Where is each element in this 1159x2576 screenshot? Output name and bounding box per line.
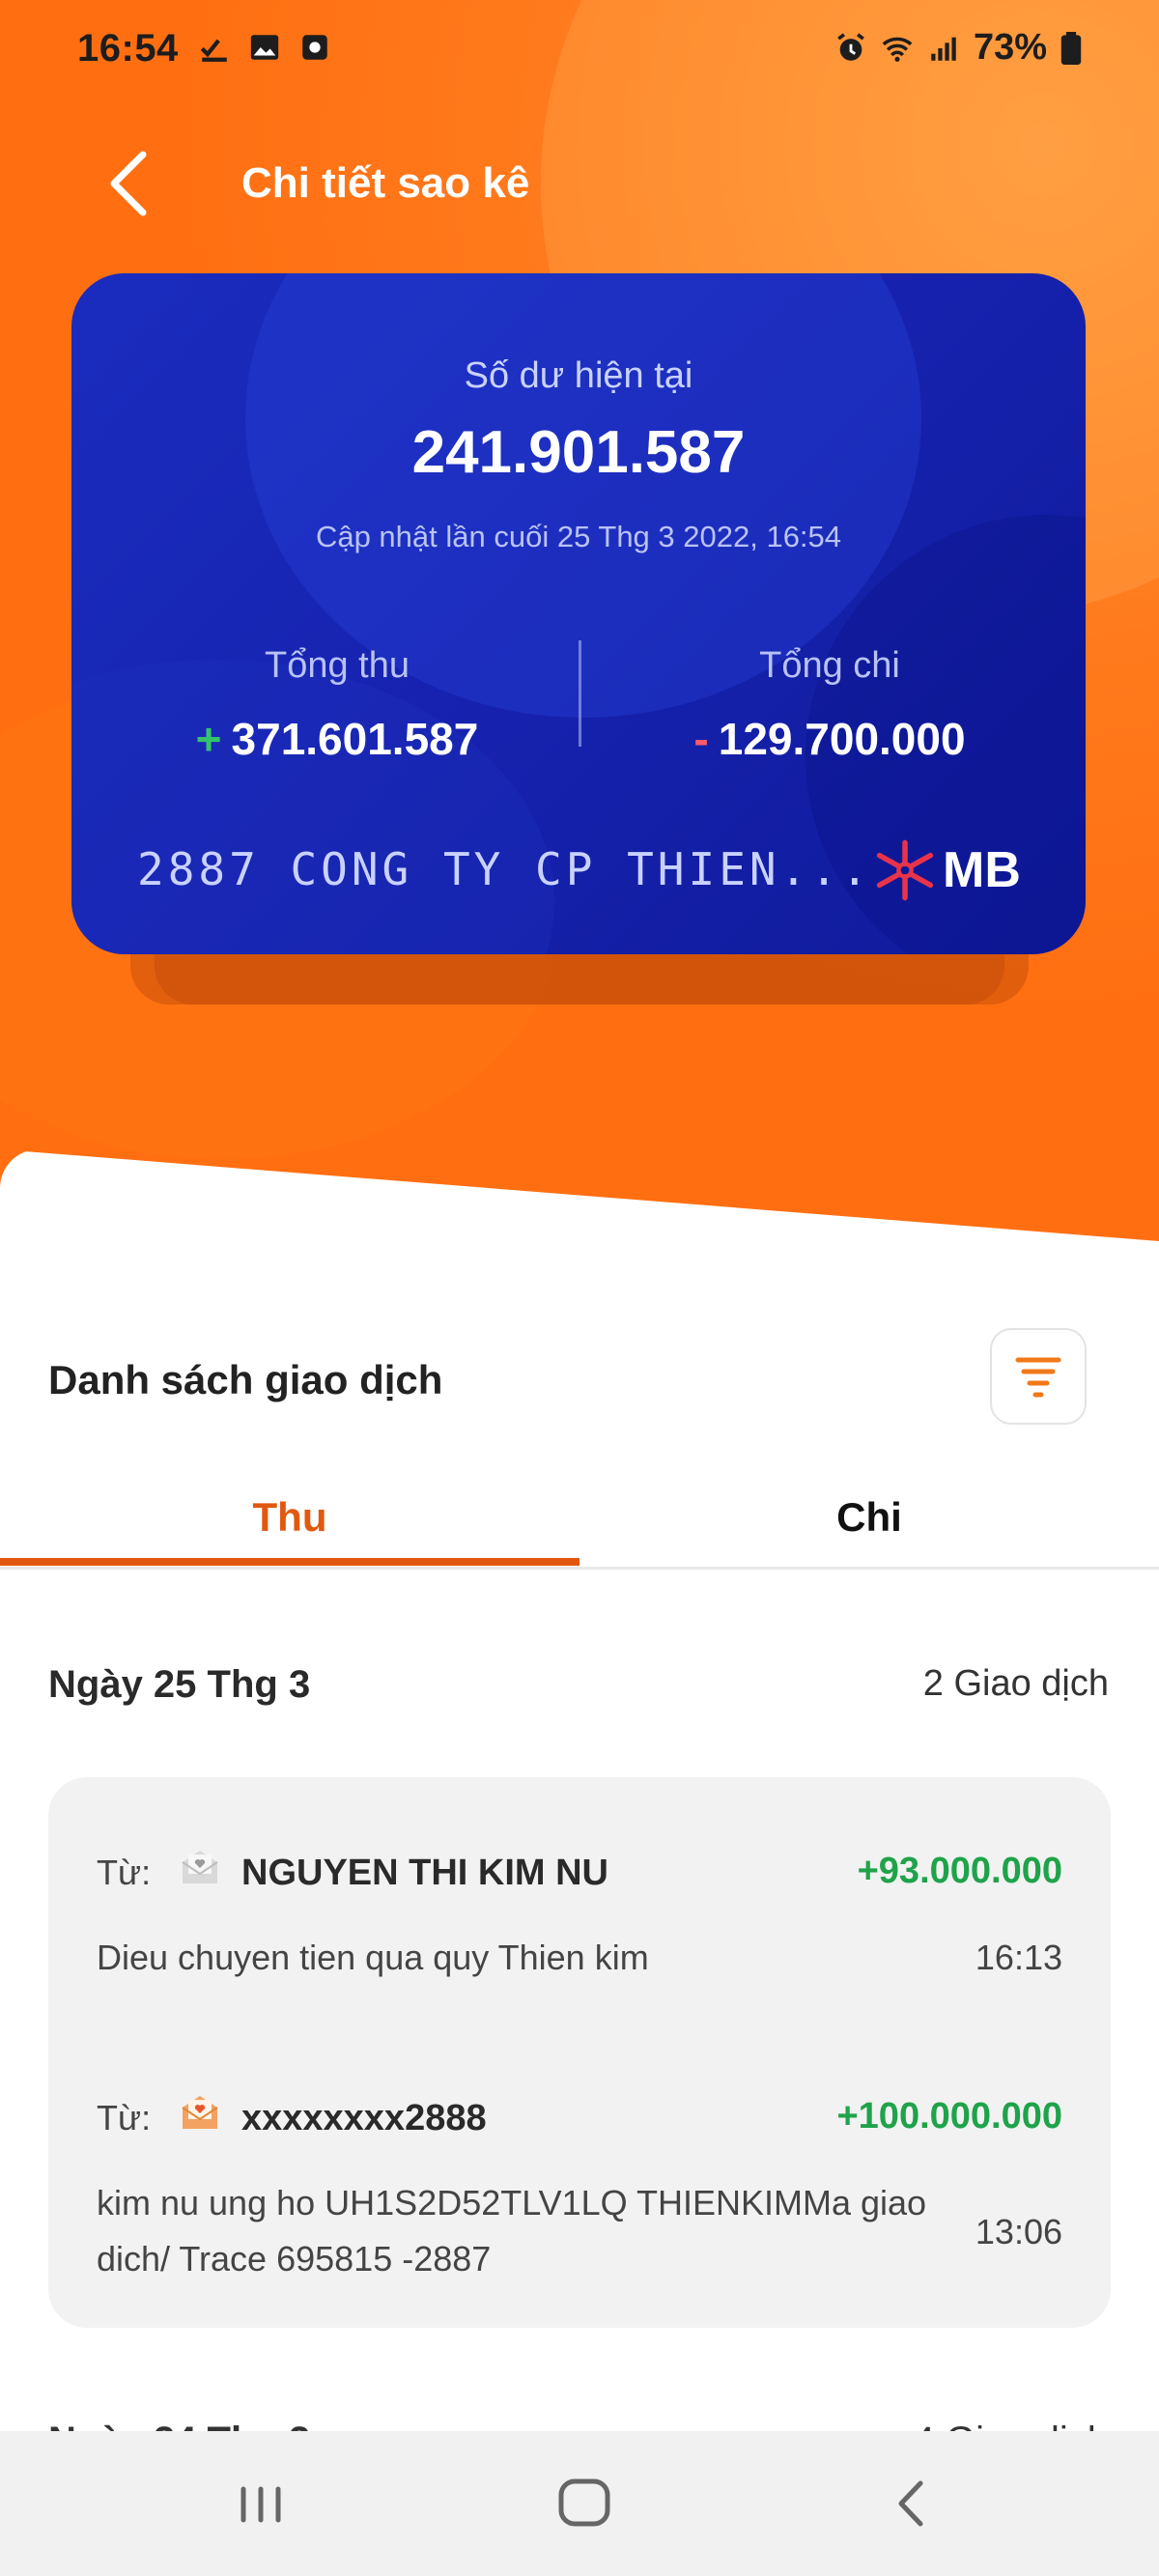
last-updated: Cập nhật lần cuối 25 Thg 3 2022, 16:54 xyxy=(315,520,842,553)
total-in-label: Tổng thu xyxy=(265,645,410,686)
page-title: Chi tiết sao kê xyxy=(241,159,530,207)
sender-name: xxxxxxxx2888 xyxy=(241,2098,487,2138)
tab-bar: Thu Chi xyxy=(0,1473,1159,1570)
transaction-time: 16:13 xyxy=(975,1938,1062,1977)
tab-thu[interactable]: Thu xyxy=(0,1494,580,1541)
balance-card: Số dư hiện tại 241.901.587 Cập nhật lần … xyxy=(71,273,1086,954)
filter-button[interactable] xyxy=(990,1328,1087,1425)
battery-icon xyxy=(1060,31,1082,65)
transaction-description: Dieu chuyen tien qua quy Thien kim xyxy=(97,1938,649,1977)
signal-icon xyxy=(931,37,956,61)
wifi-icon xyxy=(882,37,913,62)
back-icon[interactable] xyxy=(874,2470,951,2537)
sender-name: NGUYEN THI KIM NU xyxy=(241,1853,608,1893)
active-tab-indicator xyxy=(0,1558,580,1566)
status-bar: 16:54 73% xyxy=(0,21,1159,79)
transaction-amount: +100.000.000 xyxy=(836,2096,1062,2137)
transactions-group: Từ: NGUYEN THI KIM NU +93.000.000 Dieu c… xyxy=(48,1777,1111,2328)
transaction-item[interactable]: Từ: NGUYEN THI KIM NU +93.000.000 Dieu c… xyxy=(97,1851,1062,2017)
transaction-amount: +93.000.000 xyxy=(857,1851,1062,1891)
recent-apps-icon[interactable] xyxy=(222,2470,299,2537)
total-out-value: -129.700.000 xyxy=(693,714,966,764)
from-label: Từ: xyxy=(97,2098,152,2137)
gallery-icon xyxy=(250,35,279,60)
back-arrow-icon[interactable] xyxy=(97,145,164,222)
divider xyxy=(579,640,581,747)
download-done-icon xyxy=(200,39,227,62)
transaction-time: 13:06 xyxy=(975,2212,1062,2251)
screen-record-icon xyxy=(302,35,327,60)
transaction-item[interactable]: Từ: xxxxxxxx2888 +100.000.000 kim nu ung… xyxy=(97,2096,1062,2291)
mb-bank-logo: MB xyxy=(873,838,1021,902)
mb-star-icon xyxy=(876,839,934,901)
balance-value: 241.901.587 xyxy=(411,419,746,486)
transactions-title: Danh sách giao dịch xyxy=(48,1357,443,1402)
from-label: Từ: xyxy=(97,1853,152,1892)
tab-chi[interactable]: Chi xyxy=(580,1494,1159,1541)
status-time: 16:54 xyxy=(77,27,179,70)
system-nav-bar xyxy=(0,2431,1159,2576)
filter-icon xyxy=(1015,1357,1061,1398)
day-date: Ngày 25 Thg 3 xyxy=(48,1663,311,1706)
balance-label: Số dư hiện tại xyxy=(464,355,693,396)
alarm-icon xyxy=(837,32,864,61)
total-out-label: Tổng chi xyxy=(759,645,900,686)
total-in-value: +371.601.587 xyxy=(195,714,479,764)
account-name: 2887 CONG TY CP THIEN... xyxy=(137,843,872,895)
home-icon[interactable] xyxy=(546,2470,623,2537)
transaction-description: kim nu ung ho UH1S2D52TLV1LQ THIENKIMMa … xyxy=(97,2183,927,2279)
day-transaction-count: 2 Giao dịch xyxy=(922,1663,1109,1704)
battery-percent: 73% xyxy=(973,27,1047,68)
envelope-heart-icon xyxy=(182,2096,218,2129)
envelope-heart-icon xyxy=(182,1851,218,1883)
